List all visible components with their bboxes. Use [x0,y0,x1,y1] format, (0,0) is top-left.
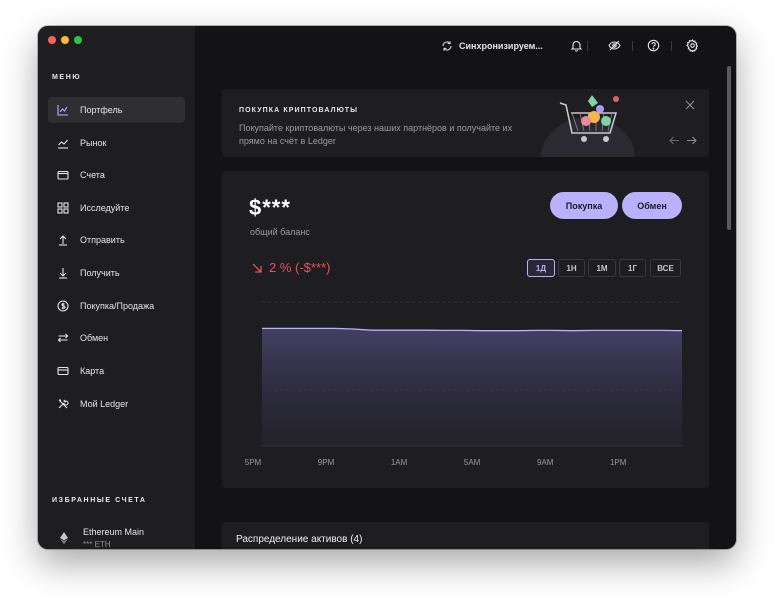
portfolio-chart-icon [57,104,69,116]
market-chart-icon [57,137,69,149]
range-1m-button[interactable]: 1М [588,259,616,277]
sidebar-item-send[interactable]: Отправить [48,227,185,253]
sidebar-item-portfolio[interactable]: Портфель [48,97,185,123]
sidebar-item-market[interactable]: Рынок [48,130,185,156]
sidebar-item-discover[interactable]: Исследуйте [48,195,185,221]
sync-label: Синхронизируем... [459,41,543,51]
shopping-cart-illustration [540,95,634,157]
sidebar-item-label: Обмен [80,333,109,343]
sidebar-item-receive[interactable]: Получить [48,260,185,286]
balance-label: общий баланс [250,227,310,237]
sidebar-item-label: Отправить [80,235,125,245]
app-window: МЕНЮ Портфель Рынок Счета Исследуйте Отп… [38,26,736,549]
sidebar-item-label: Рынок [80,138,107,148]
asset-distribution-card[interactable]: Распределение активов (4) [222,522,709,549]
help-icon[interactable] [647,39,660,52]
sidebar-item-label: Мой Ledger [80,399,129,409]
portfolio-card: $*** общий баланс Покупка Обмен 2 % (-$*… [222,171,709,488]
banner-title: ПОКУПКА КРИПТОВАЛЮТЫ [239,107,359,114]
sync-status[interactable]: Синхронизируем... [441,39,543,53]
arrow-left-icon[interactable] [669,136,680,145]
total-balance: $*** [249,195,291,220]
scrollbar-thumb[interactable] [727,66,731,230]
arrow-up-icon [57,234,69,246]
balance-change: 2 % (-$***) [252,260,330,275]
chart-x-tick-label: 5AM [463,458,481,467]
bell-icon[interactable] [570,39,583,52]
chart-x-tick-label: 9AM [536,458,554,467]
portfolio-chart [262,301,683,447]
close-window-button[interactable] [48,36,56,44]
main-content: Синхронизируем... ПОКУПКА КРИПТОВАЛЮТЫ П… [195,26,736,549]
sidebar-item-accounts[interactable]: Счета [48,162,185,188]
asset-distribution-title: Распределение активов (4) [236,534,363,545]
favorites-title: ИЗБРАННЫЕ СЧЕТА [52,497,147,504]
maximize-window-button[interactable] [74,36,82,44]
swap-icon [57,332,69,344]
favorite-account-name: Ethereum Main [83,527,145,537]
sidebar-item-label: Счета [80,170,105,180]
arrow-right-icon[interactable] [686,136,697,145]
sidebar-item-label: Покупка/Продажа [80,301,155,311]
arrow-down-right-icon [252,263,262,273]
range-all-button[interactable]: ВСЕ [650,259,681,277]
close-icon[interactable] [685,100,695,110]
sidebar-item-buy-sell[interactable]: Покупка/Продажа [48,293,185,319]
favorite-account-balance: *** ETH [83,540,111,549]
minimize-window-button[interactable] [61,36,69,44]
chart-x-tick-label: 9PM [317,458,335,467]
arrow-down-icon [57,267,69,279]
toolbar-divider [587,41,588,51]
favorite-account-item[interactable]: Ethereum Main *** ETH [58,526,188,549]
chart-x-tick-label: 1PM [609,458,627,467]
chart-x-tick-label: 5PM [244,458,262,467]
sidebar-item-card[interactable]: Карта [48,358,185,384]
range-1w-button[interactable]: 1Н [558,259,585,277]
ethereum-icon [58,531,70,544]
range-1d-button[interactable]: 1Д [527,259,555,277]
sidebar-item-label: Портфель [80,105,123,115]
sidebar: МЕНЮ Портфель Рынок Счета Исследуйте Отп… [38,26,195,549]
menu-title: МЕНЮ [52,74,82,81]
wallet-icon [57,169,69,181]
balance-change-value: 2 % (-$***) [269,260,331,275]
card-icon [57,365,69,377]
toolbar-divider [671,41,672,51]
buy-crypto-banner[interactable]: ПОКУПКА КРИПТОВАЛЮТЫ Покупайте криптовал… [222,89,709,157]
eye-off-icon[interactable] [608,39,621,52]
sync-icon [442,41,452,51]
range-1y-button[interactable]: 1Г [619,259,646,277]
dollar-icon [57,300,69,312]
buy-button[interactable]: Покупка [550,192,618,219]
sidebar-item-label: Карта [80,366,105,376]
sidebar-item-label: Получить [80,268,120,278]
swap-button[interactable]: Обмен [622,192,682,219]
grid-icon [57,202,69,214]
toolbar-divider [632,41,633,51]
sidebar-item-my-ledger[interactable]: Мой Ledger [48,391,185,417]
tools-icon [57,398,69,410]
settings-icon[interactable] [686,39,699,52]
sidebar-item-label: Исследуйте [80,203,130,213]
chart-area [262,328,682,446]
sidebar-item-swap[interactable]: Обмен [48,325,185,351]
banner-text: Покупайте криптовалюты через наших партн… [239,123,513,146]
chart-x-tick-label: 1AM [390,458,408,467]
